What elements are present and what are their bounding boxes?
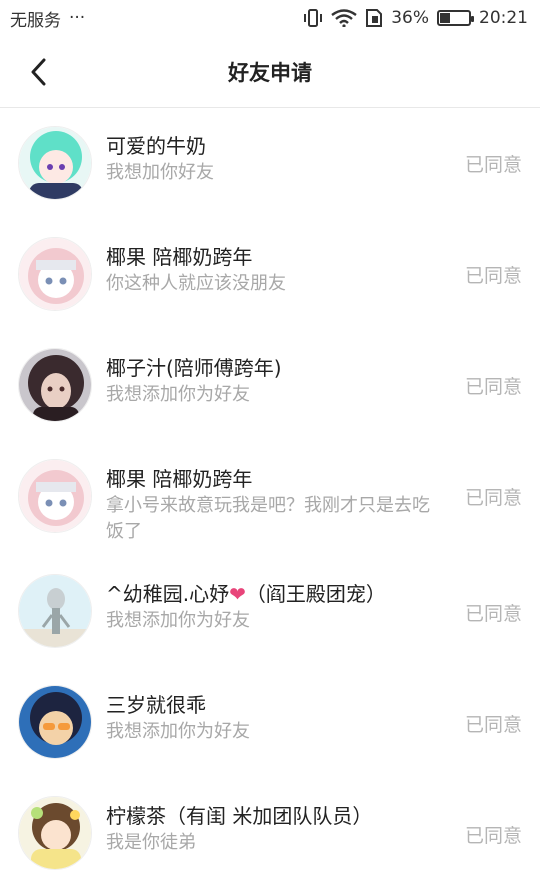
avatar-image [19,238,91,310]
chevron-left-icon [31,58,46,86]
vibrate-icon [304,9,323,27]
friend-name: 三岁就很乖 [106,693,206,717]
request-message: 我想添加你为好友 [106,610,250,631]
nav-header: 好友申请 [0,36,540,108]
status-bar: 无服务 ··· 36% 20:21 [0,0,540,36]
request-text: ^幼稚园.心妤❤（阎王殿团宠） 我想添加你为好友 [106,574,436,634]
friend-request-row[interactable]: 柠檬茶（有闺 米加团队队员） 我是你徒弟 已同意 [0,794,540,887]
back-button[interactable] [20,54,56,90]
friend-name: 椰果 陪椰奶跨年 [106,467,253,491]
request-text: 椰果 陪椰奶跨年 拿小号来故意玩我是吧？我刚才只是去吃饭了 [106,459,436,545]
avatar[interactable] [18,796,92,870]
friend-name: 柠檬茶（有闺 米加团队队员） [106,804,373,828]
request-message: 我是你徒弟 [106,832,196,853]
battery-percent: 36% [391,8,429,28]
friend-request-row[interactable]: 椰果 陪椰奶跨年 你这种人就应该没朋友 已同意 [0,219,540,330]
avatar-image [19,127,91,199]
battery-fill [440,13,451,23]
request-text: 椰子汁(陪师傅跨年) 我想添加你为好友 [106,348,436,408]
friend-name-suffix: （阎王殿团宠） [245,582,386,606]
friend-name-prefix: ^幼稚园.心妤 [106,582,230,606]
friend-request-row[interactable]: ^幼稚园.心妤❤（阎王殿团宠） 我想添加你为好友 已同意 [0,572,540,683]
status-label: 已同意 [464,154,522,176]
avatar[interactable] [18,685,92,759]
carrier-text: 无服务 [10,10,61,31]
request-message: 我想添加你为好友 [106,384,250,405]
request-message: 你这种人就应该没朋友 [106,273,286,294]
friend-request-row[interactable]: 椰果 陪椰奶跨年 拿小号来故意玩我是吧？我刚才只是去吃饭了 已同意 [0,441,540,572]
friend-name: 可爱的牛奶 [106,134,206,158]
friend-request-row[interactable]: 可爱的牛奶 我想加你好友 已同意 [0,108,540,219]
status-left: 无服务 ··· [10,6,85,31]
request-text: 三岁就很乖 我想添加你为好友 [106,685,436,745]
battery-icon [437,10,474,26]
friend-request-row[interactable]: 椰子汁(陪师傅跨年) 我想添加你为好友 已同意 [0,330,540,441]
more-dots: ··· [69,8,86,28]
wifi-icon [331,9,357,27]
friend-request-row[interactable]: 三岁就很乖 我想添加你为好友 已同意 [0,683,540,794]
request-text: 柠檬茶（有闺 米加团队队员） 我是你徒弟 [106,796,436,856]
avatar[interactable] [18,459,92,533]
avatar[interactable] [18,574,92,648]
request-message: 我想添加你为好友 [106,721,250,742]
heart-icon: ❤ [229,582,246,606]
status-label: 已同意 [464,376,522,398]
clock: 20:21 [479,8,528,28]
status-label: 已同意 [464,714,522,736]
status-right: 36% 20:21 [303,8,528,28]
avatar[interactable] [18,348,92,422]
request-message: 我想加你好友 [106,162,214,183]
friend-name: ^幼稚园.心妤❤（阎王殿团宠） [106,580,436,608]
sim-icon [366,9,383,27]
friend-name: 椰果 陪椰奶跨年 [106,245,253,269]
status-label: 已同意 [464,825,522,847]
status-label: 已同意 [464,603,522,625]
friend-request-list: 可爱的牛奶 我想加你好友 已同意 椰果 陪椰奶跨年 你这种人就应该没朋友 已同意 [0,108,540,887]
status-label: 已同意 [464,265,522,287]
avatar-image [19,575,91,647]
friend-name: 椰子汁(陪师傅跨年) [106,356,282,380]
avatar-image [19,686,91,758]
page-title: 好友申请 [228,60,312,85]
avatar-image [19,797,91,869]
avatar-image [19,460,91,532]
request-text: 可爱的牛奶 我想加你好友 [106,126,436,186]
avatar-image [19,349,91,421]
avatar[interactable] [18,237,92,311]
request-message: 拿小号来故意玩我是吧？我刚才只是去吃饭了 [106,495,430,542]
avatar[interactable] [18,126,92,200]
request-text: 椰果 陪椰奶跨年 你这种人就应该没朋友 [106,237,436,297]
status-label: 已同意 [464,487,522,509]
